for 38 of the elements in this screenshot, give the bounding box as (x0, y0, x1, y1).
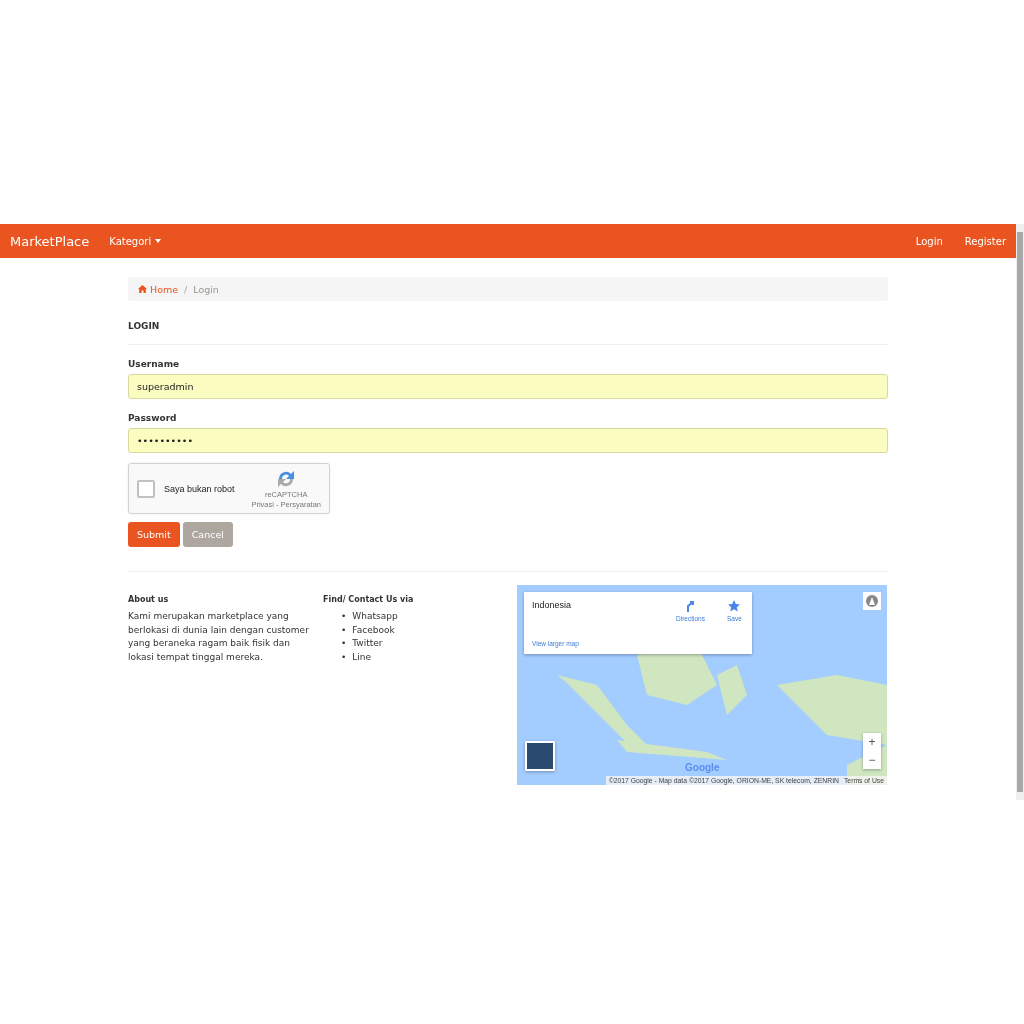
satellite-thumbnail[interactable] (525, 741, 555, 771)
contact-item: Twitter (352, 637, 383, 650)
footer-heading: Find/ Contact Us via (323, 595, 415, 604)
bullet: • (341, 610, 347, 623)
breadcrumb-separator: / (184, 283, 188, 295)
input-field[interactable]: superadmin (128, 374, 888, 399)
place-name: Indonesia (532, 600, 572, 610)
directions-icon (684, 600, 697, 612)
caret-icon (155, 239, 162, 243)
about-text: Kami merupakan marketplace yang berlokasi di dunia lain dengan customer yang beraneka ragam baik fisik dan lokasi tempat tinggal mereka. (128, 610, 310, 664)
input-field[interactable]: •••••••••• (128, 428, 888, 453)
bullet: • (341, 623, 347, 637)
captcha-checkbox[interactable] (137, 479, 155, 498)
cancel-button[interactable]: Cancel (182, 522, 233, 547)
nav-link[interactable]: Login (915, 235, 943, 247)
zoom-in-button[interactable]: + (863, 733, 881, 751)
brand-link[interactable]: MarketPlace (10, 233, 90, 249)
nav-menu-link[interactable]: Kategori (109, 235, 162, 247)
home-icon (138, 285, 147, 293)
zoom-out-button[interactable]: − (863, 751, 881, 769)
footer-heading: About us (128, 595, 170, 604)
contact-item: Whatsapp (352, 610, 398, 623)
field-label: Password (128, 413, 178, 423)
breadcrumb-link[interactable]: Home (138, 283, 179, 295)
google-logo: Google (685, 762, 720, 773)
compass-icon[interactable] (863, 592, 881, 610)
form-title: LOGIN (128, 321, 888, 345)
captcha-label: Saya bukan robot (164, 483, 236, 494)
bullet: • (341, 650, 347, 664)
star-icon (728, 600, 741, 612)
scrollbar-thumb[interactable] (1017, 232, 1023, 792)
bullet: • (341, 637, 347, 650)
contact-item: Line (352, 650, 372, 664)
submit-button[interactable]: Submit (128, 522, 180, 547)
breadcrumb-current: Login (193, 283, 219, 295)
field-label: Username (128, 359, 181, 369)
nav-link[interactable]: Register (964, 235, 1006, 247)
contact-item: Facebook (352, 623, 395, 637)
